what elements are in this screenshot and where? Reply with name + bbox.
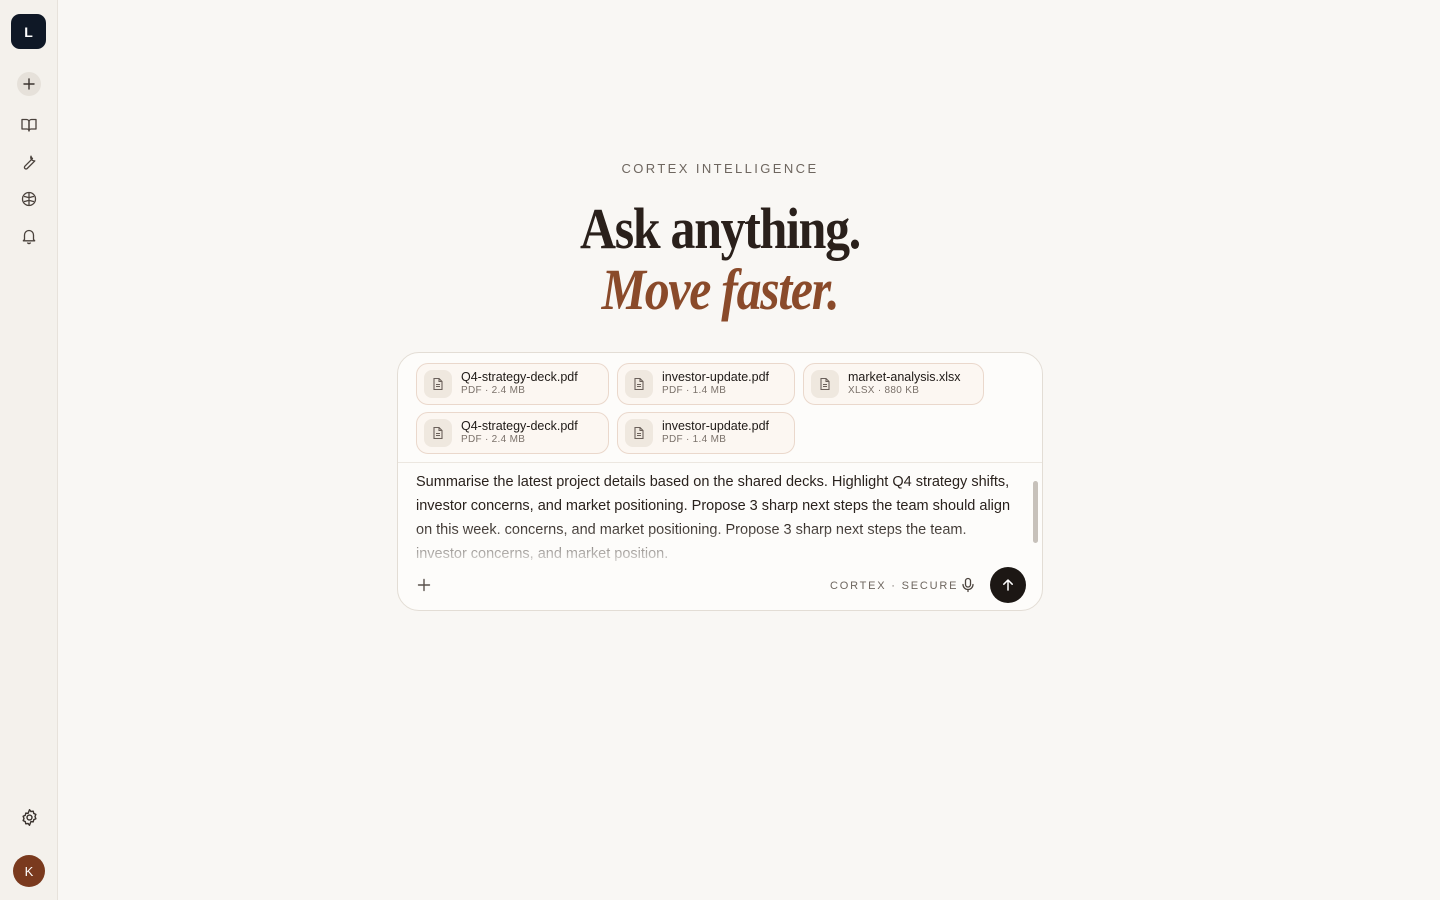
attachment-chip[interactable]: investor-update.pdf PDF · 1.4 MB bbox=[617, 363, 795, 405]
attachment-meta: XLSX · 880 KB bbox=[848, 385, 920, 396]
attachment-name: Q4-strategy-deck.pdf bbox=[461, 419, 578, 433]
attachment-name: investor-update.pdf bbox=[662, 370, 770, 384]
arrow-up-icon bbox=[1003, 579, 1013, 591]
models-button[interactable] bbox=[19, 189, 39, 209]
add-attachment-button[interactable] bbox=[414, 575, 434, 595]
attachment-list: Q4-strategy-deck.pdf PDF · 2.4 MB invest… bbox=[398, 353, 1042, 463]
plus-icon bbox=[23, 78, 35, 90]
brand-eyebrow: CORTEX INTELLIGENCE bbox=[621, 161, 819, 176]
headline-accent: Move faster. bbox=[601, 257, 840, 322]
sidebar: L K bbox=[0, 0, 58, 900]
send-button[interactable] bbox=[990, 567, 1026, 603]
document-icon bbox=[424, 370, 452, 398]
attachment-chip[interactable]: Q4-strategy-deck.pdf PDF · 2.4 MB bbox=[416, 363, 609, 405]
attachment-chip[interactable]: Q4-strategy-deck.pdf PDF · 2.4 MB bbox=[416, 412, 609, 454]
notifications-button[interactable] bbox=[19, 226, 39, 246]
attachment-chip[interactable]: market-analysis.xlsx XLSX · 880 KB bbox=[803, 363, 984, 405]
plus-icon bbox=[417, 578, 431, 592]
attachment-name: market-analysis.xlsx bbox=[848, 370, 961, 384]
attachment-meta: PDF · 1.4 MB bbox=[662, 385, 727, 396]
document-icon bbox=[625, 370, 653, 398]
secure-status-label: CORTEX · SECURE bbox=[830, 580, 959, 592]
workspace-logo[interactable]: L bbox=[11, 14, 46, 49]
attachment-chip[interactable]: investor-update.pdf PDF · 1.4 MB bbox=[617, 412, 795, 454]
bell-icon bbox=[22, 229, 36, 245]
prompt-composer: Q4-strategy-deck.pdf PDF · 2.4 MB invest… bbox=[397, 352, 1043, 611]
library-button[interactable] bbox=[19, 115, 39, 135]
document-icon bbox=[424, 419, 452, 447]
new-chat-button[interactable] bbox=[17, 72, 41, 96]
settings-button[interactable] bbox=[19, 807, 39, 827]
book-icon bbox=[21, 118, 37, 132]
avatar-letter: K bbox=[24, 863, 34, 879]
settings-icon bbox=[21, 808, 37, 826]
headline-primary: Ask anything. bbox=[580, 196, 861, 261]
attachment-meta: PDF · 2.4 MB bbox=[461, 434, 526, 445]
logo-letter: L bbox=[24, 23, 33, 40]
prompt-input[interactable]: Summarise the latest project details bas… bbox=[416, 470, 1016, 562]
attachment-meta: PDF · 2.4 MB bbox=[461, 385, 526, 396]
prompt-scrollbar[interactable] bbox=[1033, 481, 1038, 543]
microphone-icon bbox=[962, 577, 974, 593]
user-avatar[interactable]: K bbox=[13, 855, 45, 887]
brain-icon bbox=[21, 191, 37, 207]
voice-input-button[interactable] bbox=[958, 575, 978, 595]
document-icon bbox=[625, 419, 653, 447]
attachment-name: Q4-strategy-deck.pdf bbox=[461, 370, 578, 384]
attachment-meta: PDF · 1.4 MB bbox=[662, 434, 727, 445]
document-icon bbox=[811, 370, 839, 398]
attachment-name: investor-update.pdf bbox=[662, 419, 770, 433]
